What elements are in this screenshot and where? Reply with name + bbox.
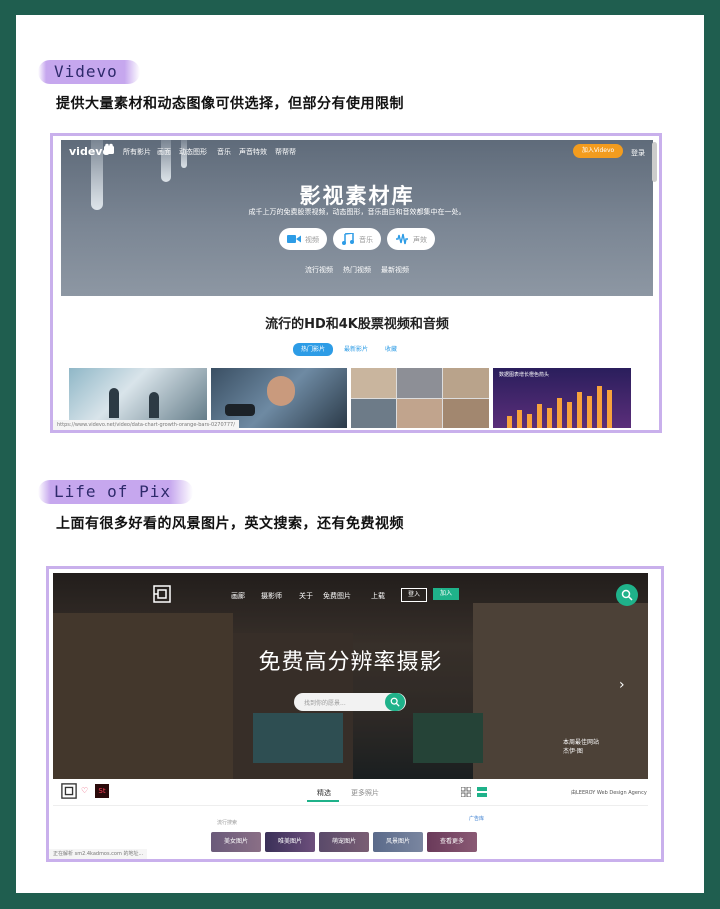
hero-link-trending[interactable]: 热门视频 [343,265,371,275]
nav-item-music[interactable]: 音乐 [217,147,231,157]
nav-item-footage[interactable]: 画面 [157,147,171,157]
video-thumbnail-office[interactable] [69,368,207,428]
filter-right-link[interactable]: 广告库 [469,815,484,822]
scrollbar[interactable] [652,142,657,182]
browser-status-url: https://www.videvo.net/video/data-chart-… [53,420,239,430]
tab-more-photos[interactable]: 更多照片 [351,788,379,798]
tab-favorites[interactable]: 收藏 [379,343,403,356]
browser-status-text: 正在解析 sm2.4kadmos.com 的地址... [49,849,148,859]
category-button-beauty[interactable]: 美女图片 [211,832,261,852]
category-button-scenery[interactable]: 风景图片 [373,832,423,852]
nav-item-motion-graphics[interactable]: 动态图形 [179,147,207,157]
videvo-screenshot: videvo 所有影片 画面 动态图形 音乐 声音特效 帮帮帮 加入Videvo… [50,133,662,433]
agency-credit[interactable]: 由LEEROY Web Design Agency [571,789,647,796]
thumbnail-caption: 数据图表增长橙色箭头 [499,372,550,378]
nav-item-upload[interactable]: 上载 [371,591,385,601]
hero-link-popular[interactable]: 流行视频 [305,265,333,275]
adobe-stock-badge[interactable]: St [95,784,109,798]
join-videvo-button[interactable]: 加入Videvo [573,144,623,158]
heart-icon[interactable]: ♡ [81,786,88,795]
search-icon [621,589,633,601]
award-text: 本周最佳网站 [563,739,600,746]
media-pill-label: 音乐 [359,236,373,244]
media-pill-sound[interactable]: 声效 [387,228,435,250]
hero-title: 影视素材库 [299,184,415,208]
video-thumbnail-chart[interactable]: 数据图表增长橙色箭头 [493,368,631,428]
nav-item-help[interactable]: 帮帮帮 [275,147,296,157]
tab-popular[interactable]: 热门影片 [293,343,333,356]
nav-item-about[interactable]: 关于 [299,591,313,601]
login-link[interactable]: 登录 [631,148,645,158]
video-thumbnail-fitness[interactable] [211,368,347,428]
list-view-icon[interactable] [477,787,487,797]
tab-latest[interactable]: 最新影片 [341,343,371,356]
grid-view-icon[interactable] [461,787,471,797]
hero-link-latest[interactable]: 最新视频 [381,265,409,275]
tab-underline [307,800,339,802]
media-pill-music[interactable]: 音乐 [333,228,381,250]
tab-featured[interactable]: 精选 [317,788,331,798]
nav-item-all-clips[interactable]: 所有影片 [123,147,151,157]
lifeofpix-small-logo-icon[interactable] [61,783,77,799]
hero-title: 免费高分辨率摄影 [258,650,443,675]
hero-lead: 成千上万的免费股票视频，动态图形，音乐曲目和音效都集中在一处。 [248,208,466,216]
video-camera-icon [287,235,301,243]
nav-item-photographers[interactable]: 摄影师 [261,591,282,601]
filter-label: 流行搜索 [217,820,238,826]
search-submit-button[interactable] [385,693,405,711]
lifeofpix-hero: 画廊 摄影师 关于 免费图片 上载 登入 加入 免费高分辨率摄影 找到你的愿景.… [53,573,648,779]
signin-button[interactable]: 登入 [401,588,427,602]
nav-item-sound-effects[interactable]: 声音特效 [239,147,267,157]
next-slide-chevron-icon[interactable]: › [619,677,625,693]
music-note-icon [342,233,354,245]
lifeofpix-subbar: ♡ St 精选 更多照片 由LEEROY Web Design Agency [53,779,648,806]
media-pill-label: 声效 [413,236,427,244]
search-button[interactable] [616,584,638,606]
nav-item-gallery[interactable]: 画廊 [231,591,245,601]
poster-card: Videvo 提供大量素材和动态图像可供选择，但部分有使用限制 videvo 所… [16,15,704,893]
nav-item-free-images[interactable]: 免费图片 [323,591,351,601]
category-button-more[interactable]: 查看更多 [427,832,477,852]
search-placeholder: 找到你的愿景... [304,700,346,707]
award-badge: 本周最佳网站 杰伊·图 [563,738,599,756]
section-heading: 流行的HD和4K股票视频和音频 [265,317,449,332]
category-button-aesthetic[interactable]: 唯美图片 [265,832,315,852]
videvo-navbar: videvo 所有影片 画面 动态图形 音乐 声音特效 帮帮帮 加入Videvo… [61,140,653,162]
section-subtitle-videvo: 提供大量素材和动态图像可供选择，但部分有使用限制 [56,96,404,112]
media-pill-label: 视频 [305,236,319,244]
video-thumbnail-video-call[interactable] [351,368,489,428]
videvo-hero: videvo 所有影片 画面 动态图形 音乐 声音特效 帮帮帮 加入Videvo… [61,140,653,296]
media-pill-video[interactable]: 视频 [279,228,327,250]
section-title-lifeofpix: Life of Pix [38,480,193,504]
film-camera-icon [104,143,114,154]
section-title-videvo: Videvo [38,60,140,84]
lifeofpix-screenshot: 画廊 摄影师 关于 免费图片 上载 登入 加入 免费高分辨率摄影 找到你的愿景.… [46,566,664,862]
award-sub: 杰伊·图 [563,748,583,755]
join-button[interactable]: 加入 [433,588,459,600]
hero-overlay [53,573,648,779]
section-subtitle-lifeofpix: 上面有很多好看的风景图片，英文搜索，还有免费视频 [56,516,404,532]
sound-wave-icon [396,233,408,245]
category-button-pets[interactable]: 萌宠图片 [319,832,369,852]
lifeofpix-logo-icon[interactable] [153,585,171,603]
search-icon [390,697,400,707]
